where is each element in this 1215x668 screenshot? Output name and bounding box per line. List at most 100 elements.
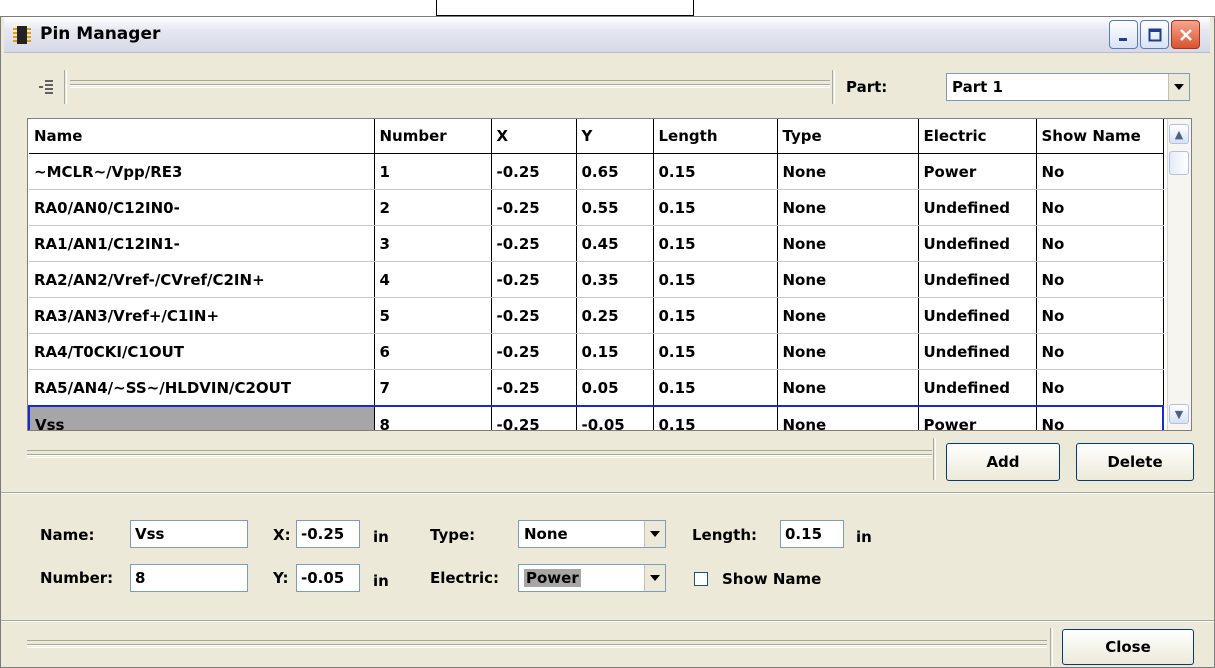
cell-name[interactable]: RA5/AN4/~SS~/HLDVIN/C2OUT <box>29 369 375 407</box>
table-row[interactable]: RA3/AN3/Vref+/C1IN+ 5 -0.25 0.25 0.15 No… <box>29 297 1164 334</box>
cell-y[interactable]: 0.05 <box>576 369 654 407</box>
cell-x[interactable]: -0.25 <box>491 369 577 407</box>
cell-name[interactable]: ~MCLR~/Vpp/RE3 <box>29 153 375 190</box>
delete-button[interactable]: Delete <box>1076 443 1194 481</box>
cell-y[interactable]: 0.25 <box>576 297 654 334</box>
cell-show-name[interactable]: No <box>1036 405 1164 430</box>
cell-electric[interactable]: Undefined <box>918 189 1037 226</box>
cell-type[interactable]: None <box>777 153 919 190</box>
length-field[interactable]: 0.15 <box>780 520 844 548</box>
cell-show-name[interactable]: No <box>1036 297 1164 334</box>
pin-list-icon[interactable] <box>38 78 54 96</box>
cell-electric[interactable]: Power <box>918 405 1037 430</box>
y-field[interactable]: -0.05 <box>296 564 360 592</box>
cell-length[interactable]: 0.15 <box>653 261 778 298</box>
cell-x[interactable]: -0.25 <box>491 153 577 190</box>
close-button[interactable]: Close <box>1062 629 1194 665</box>
cell-number[interactable]: 5 <box>374 297 492 334</box>
cell-show-name[interactable]: No <box>1036 369 1164 407</box>
cell-length[interactable]: 0.15 <box>653 297 778 334</box>
cell-number[interactable]: 6 <box>374 333 492 370</box>
cell-type[interactable]: None <box>777 261 919 298</box>
cell-type[interactable]: None <box>777 225 919 262</box>
cell-show-name[interactable]: No <box>1036 153 1164 190</box>
column-header-number[interactable]: Number <box>374 119 492 154</box>
x-field[interactable]: -0.25 <box>296 520 360 548</box>
column-header-length[interactable]: Length <box>653 119 778 154</box>
cell-length[interactable]: 0.15 <box>653 189 778 226</box>
column-header-y[interactable]: Y <box>576 119 654 154</box>
table-row-selected[interactable]: Vss 8 -0.25 -0.05 0.15 None Power No <box>28 405 1164 430</box>
cell-x[interactable]: -0.25 <box>491 225 577 262</box>
cell-name[interactable]: Vss <box>28 405 375 430</box>
cell-x[interactable]: -0.25 <box>491 297 577 334</box>
column-header-type[interactable]: Type <box>777 119 919 154</box>
cell-y[interactable]: 0.65 <box>576 153 654 190</box>
cell-x[interactable]: -0.25 <box>491 261 577 298</box>
minimize-button[interactable] <box>1109 20 1138 49</box>
cell-y[interactable]: 0.35 <box>576 261 654 298</box>
cell-electric[interactable]: Undefined <box>918 297 1037 334</box>
name-field[interactable]: Vss <box>130 520 248 548</box>
show-name-checkbox[interactable] <box>694 572 708 586</box>
cell-number[interactable]: 1 <box>374 153 492 190</box>
table-row[interactable]: RA1/AN1/C12IN1- 3 -0.25 0.45 0.15 None U… <box>29 225 1164 262</box>
cell-length[interactable]: 0.15 <box>653 225 778 262</box>
cell-show-name[interactable]: No <box>1036 189 1164 226</box>
cell-number[interactable]: 7 <box>374 369 492 407</box>
cell-type[interactable]: None <box>777 369 919 407</box>
cell-number[interactable]: 3 <box>374 225 492 262</box>
cell-length[interactable]: 0.15 <box>653 369 778 407</box>
cell-number[interactable]: 8 <box>374 405 492 430</box>
cell-number[interactable]: 4 <box>374 261 492 298</box>
cell-x[interactable]: -0.25 <box>491 189 577 226</box>
cell-electric[interactable]: Undefined <box>918 261 1037 298</box>
chevron-down-icon[interactable] <box>644 521 665 547</box>
table-row[interactable]: RA4/T0CKI/C1OUT 6 -0.25 0.15 0.15 None U… <box>29 333 1164 370</box>
type-select[interactable]: None <box>518 520 666 548</box>
electric-select[interactable]: Power <box>518 564 666 592</box>
cell-type[interactable]: None <box>777 405 919 430</box>
chevron-down-icon[interactable] <box>644 565 665 591</box>
cell-type[interactable]: None <box>777 297 919 334</box>
cell-name[interactable]: RA4/T0CKI/C1OUT <box>29 333 375 370</box>
table-row[interactable]: ~MCLR~/Vpp/RE3 1 -0.25 0.65 0.15 None Po… <box>29 153 1164 190</box>
add-button[interactable]: Add <box>946 443 1060 481</box>
cell-y[interactable]: 0.55 <box>576 189 654 226</box>
column-header-name[interactable]: Name <box>29 119 375 154</box>
cell-name[interactable]: RA2/AN2/Vref-/CVref/C2IN+ <box>29 261 375 298</box>
column-header-x[interactable]: X <box>491 119 577 154</box>
cell-show-name[interactable]: No <box>1036 225 1164 262</box>
cell-electric[interactable]: Undefined <box>918 333 1037 370</box>
maximize-button[interactable] <box>1140 20 1169 49</box>
cell-electric[interactable]: Power <box>918 153 1037 190</box>
pin-grid[interactable]: Name Number X Y Length Type Electric Sho… <box>27 118 1192 431</box>
table-row[interactable]: RA5/AN4/~SS~/HLDVIN/C2OUT 7 -0.25 0.05 0… <box>29 369 1164 407</box>
scrollbar-thumb[interactable] <box>1169 151 1189 175</box>
table-row[interactable]: RA2/AN2/Vref-/CVref/C2IN+ 4 -0.25 0.35 0… <box>29 261 1164 298</box>
cell-y[interactable]: -0.05 <box>576 405 654 430</box>
number-field[interactable]: 8 <box>130 564 248 592</box>
cell-number[interactable]: 2 <box>374 189 492 226</box>
cell-length[interactable]: 0.15 <box>653 153 778 190</box>
part-select[interactable]: Part 1 <box>946 73 1190 101</box>
close-window-button[interactable] <box>1171 20 1200 49</box>
cell-x[interactable]: -0.25 <box>491 405 577 430</box>
cell-name[interactable]: RA1/AN1/C12IN1- <box>29 225 375 262</box>
table-row[interactable]: RA0/AN0/C12IN0- 2 -0.25 0.55 0.15 None U… <box>29 189 1164 226</box>
cell-x[interactable]: -0.25 <box>491 333 577 370</box>
chevron-down-icon[interactable] <box>1168 74 1189 100</box>
cell-type[interactable]: None <box>777 333 919 370</box>
cell-name[interactable]: RA0/AN0/C12IN0- <box>29 189 375 226</box>
chevron-up-icon[interactable]: ▲ <box>1169 124 1189 144</box>
cell-y[interactable]: 0.45 <box>576 225 654 262</box>
cell-length[interactable]: 0.15 <box>653 333 778 370</box>
column-header-show-name[interactable]: Show Name <box>1036 119 1164 154</box>
column-header-electric[interactable]: Electric <box>918 119 1037 154</box>
cell-electric[interactable]: Undefined <box>918 225 1037 262</box>
cell-show-name[interactable]: No <box>1036 333 1164 370</box>
chevron-down-icon[interactable]: ▼ <box>1169 404 1189 424</box>
cell-electric[interactable]: Undefined <box>918 369 1037 407</box>
cell-name[interactable]: RA3/AN3/Vref+/C1IN+ <box>29 297 375 334</box>
cell-y[interactable]: 0.15 <box>576 333 654 370</box>
